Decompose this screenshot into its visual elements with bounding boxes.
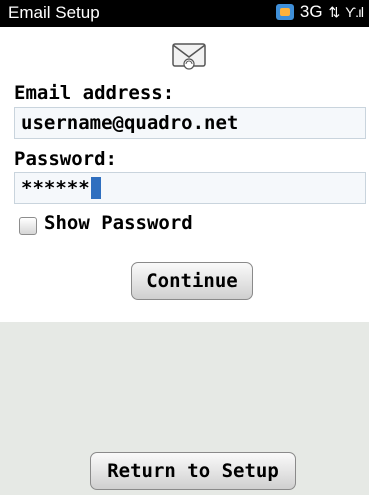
bbm-icon	[275, 4, 294, 20]
email-value: username@quadro.net	[21, 112, 239, 134]
signal-strength-icon: Ƴ.ıl	[345, 4, 364, 20]
password-label: Password:	[14, 148, 117, 170]
continue-button[interactable]: Continue	[131, 262, 253, 300]
status-icons: 3G ⇅ Ƴ.ıl	[275, 2, 364, 22]
email-label: Email address:	[14, 82, 175, 104]
password-value: ******	[21, 177, 90, 199]
envelope-icon	[172, 43, 206, 70]
network-3g-icon: 3G	[299, 2, 323, 21]
status-bar: Email Setup 3G ⇅ Ƴ.ıl	[0, 0, 369, 27]
show-password-checkbox[interactable]	[19, 217, 37, 235]
return-to-setup-button[interactable]: Return to Setup	[90, 452, 296, 490]
data-arrows-icon: ⇅	[328, 3, 341, 20]
show-password-label[interactable]: Show Password	[44, 212, 193, 234]
password-field[interactable]: ******	[14, 172, 366, 204]
text-cursor	[90, 177, 101, 199]
status-bar-title: Email Setup	[8, 3, 100, 22]
email-field[interactable]: username@quadro.net	[14, 107, 366, 139]
